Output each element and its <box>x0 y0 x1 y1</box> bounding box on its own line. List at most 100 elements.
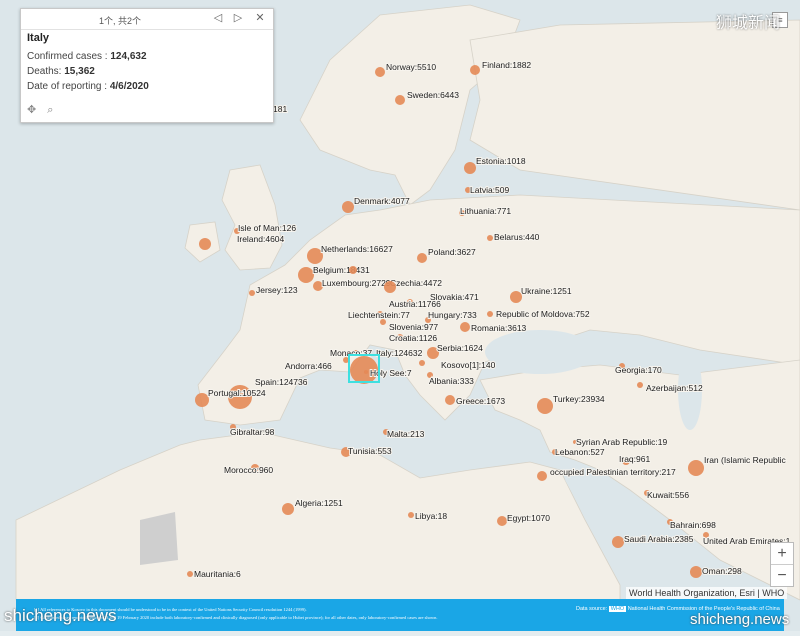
confirmed-row: Confirmed cases : 124,632 <box>27 51 147 62</box>
country-marker[interactable] <box>298 267 314 283</box>
country-label: Netherlands:16627 <box>321 244 393 254</box>
confirmed-value: 124,632 <box>110 51 147 62</box>
country-label: Oman:298 <box>702 566 742 576</box>
country-label: Iran (Islamic Republic <box>704 455 786 465</box>
deaths-value: 15,362 <box>64 66 95 77</box>
close-icon[interactable]: ✕ <box>253 11 267 25</box>
country-label: Saudi Arabia:2385 <box>624 534 694 544</box>
country-marker[interactable] <box>408 512 414 518</box>
country-marker[interactable] <box>187 571 193 577</box>
country-label: Azerbaijan:512 <box>646 383 703 393</box>
country-label: Serbia:1624 <box>437 343 483 353</box>
country-marker[interactable] <box>537 398 553 414</box>
country-marker[interactable] <box>282 503 294 515</box>
country-label: Isle of Man:126 <box>238 223 296 233</box>
popup-header: 1个, 共2个 ◁ ▷ ✕ <box>21 9 273 30</box>
country-label: Spain:124736 <box>255 377 308 387</box>
country-label: Slovenia:977 <box>389 322 438 332</box>
country-label: Mauritania:6 <box>194 569 241 579</box>
attribution[interactable]: World Health Organization, Esri | WHO <box>626 587 788 599</box>
country-label: Latvia:509 <box>470 185 509 195</box>
country-label: Albania:333 <box>429 376 474 386</box>
popup-tools: ✥ ⌕ <box>27 103 61 117</box>
country-marker[interactable] <box>375 67 385 77</box>
country-marker[interactable] <box>395 95 405 105</box>
date-row: Date of reporting : 4/6/2020 <box>27 81 149 92</box>
country-marker[interactable] <box>688 460 704 476</box>
country-label: Morocco:960 <box>224 465 273 475</box>
who-badge: WHO <box>608 606 627 612</box>
country-label: Syrian Arab Republic:19 <box>576 437 667 447</box>
country-marker[interactable] <box>384 281 396 293</box>
deaths-label: Deaths: <box>27 66 65 77</box>
country-label: Sweden:6443 <box>407 90 459 100</box>
country-marker[interactable] <box>497 516 507 526</box>
country-marker[interactable] <box>487 311 493 317</box>
country-label: Liechtenstein:77 <box>348 310 410 320</box>
country-marker[interactable] <box>249 290 255 296</box>
country-marker[interactable] <box>364 370 368 374</box>
prev-feature-icon[interactable]: ◁ <box>211 11 225 25</box>
country-marker[interactable] <box>464 162 476 174</box>
move-icon[interactable]: ✥ <box>27 104 36 116</box>
country-marker[interactable] <box>690 566 702 578</box>
country-label: Hungary:733 <box>428 310 477 320</box>
zoom-out-button[interactable]: − <box>771 564 793 586</box>
country-label: Ireland:4604 <box>237 234 285 244</box>
confirmed-label: Confirmed cases : <box>27 51 111 62</box>
country-label: Turkey:23934 <box>553 394 605 404</box>
data-source-label: Data source: <box>576 606 608 612</box>
country-label: occupied Palestinian territory:217 <box>550 467 676 477</box>
country-label: Portugal:10524 <box>208 388 266 398</box>
country-marker[interactable] <box>637 382 643 388</box>
country-label: Romania:3613 <box>471 323 527 333</box>
country-label: Croatia:1126 <box>389 333 437 343</box>
country-marker[interactable] <box>487 235 493 241</box>
date-label: Date of reporting : <box>27 81 110 92</box>
country-label: Andorra:466 <box>285 361 332 371</box>
country-label: Kuwait:556 <box>647 490 689 500</box>
country-marker[interactable] <box>419 360 425 366</box>
country-marker[interactable] <box>199 238 211 250</box>
country-marker[interactable] <box>417 253 427 263</box>
country-label: Norway:5510 <box>386 62 436 72</box>
deaths-row: Deaths: 15,362 <box>27 66 95 77</box>
zoom-to-icon[interactable]: ⌕ <box>47 104 53 116</box>
date-value: 4/6/2020 <box>109 81 149 92</box>
country-label: Tunisia:553 <box>348 446 392 456</box>
country-label: Denmark:4077 <box>354 196 410 206</box>
info-popup: 1个, 共2个 ◁ ▷ ✕ Italy Confirmed cases : 12… <box>20 8 274 123</box>
country-label: Iraq:961 <box>619 454 650 464</box>
country-marker[interactable] <box>380 319 386 325</box>
country-label: Lithuania:771 <box>460 206 511 216</box>
country-label: Luxembourg:2729 <box>322 278 391 288</box>
country-marker[interactable] <box>470 65 480 75</box>
watermark-top: 狮城新闻 <box>716 15 781 32</box>
country-marker[interactable] <box>195 393 209 407</box>
country-label: Greece:1673 <box>456 396 505 406</box>
country-label: Poland:3627 <box>428 247 476 257</box>
country-marker[interactable] <box>612 536 624 548</box>
country-label: Czechia:4472 <box>390 278 442 288</box>
country-marker[interactable] <box>342 201 354 213</box>
country-label: 181 <box>273 104 287 114</box>
country-label: Ukraine:1251 <box>521 286 572 296</box>
country-label: Jersey:123 <box>256 285 298 295</box>
footer-bar: [1] All references to Kosovo in this doc… <box>16 599 784 631</box>
next-feature-icon[interactable]: ▷ <box>231 11 245 25</box>
country-label: Holy See:7 <box>370 368 412 378</box>
country-marker[interactable] <box>537 471 547 481</box>
country-label: Egypt:1070 <box>507 513 550 523</box>
zoom-control: + − <box>770 542 794 587</box>
country-label: Kosovo[1]:140 <box>441 360 496 370</box>
country-marker[interactable] <box>460 322 470 332</box>
watermark-bottom-right: shicheng.news <box>690 611 790 628</box>
country-label: Malta:213 <box>387 429 425 439</box>
country-marker[interactable] <box>445 395 455 405</box>
country-marker[interactable] <box>349 266 357 274</box>
country-label: Georgia:170 <box>615 365 662 375</box>
zoom-in-button[interactable]: + <box>771 543 793 564</box>
country-label: Finland:1882 <box>482 60 531 70</box>
country-label: Bahrain:698 <box>670 520 716 530</box>
country-label: Belgium:18431 <box>313 265 370 275</box>
